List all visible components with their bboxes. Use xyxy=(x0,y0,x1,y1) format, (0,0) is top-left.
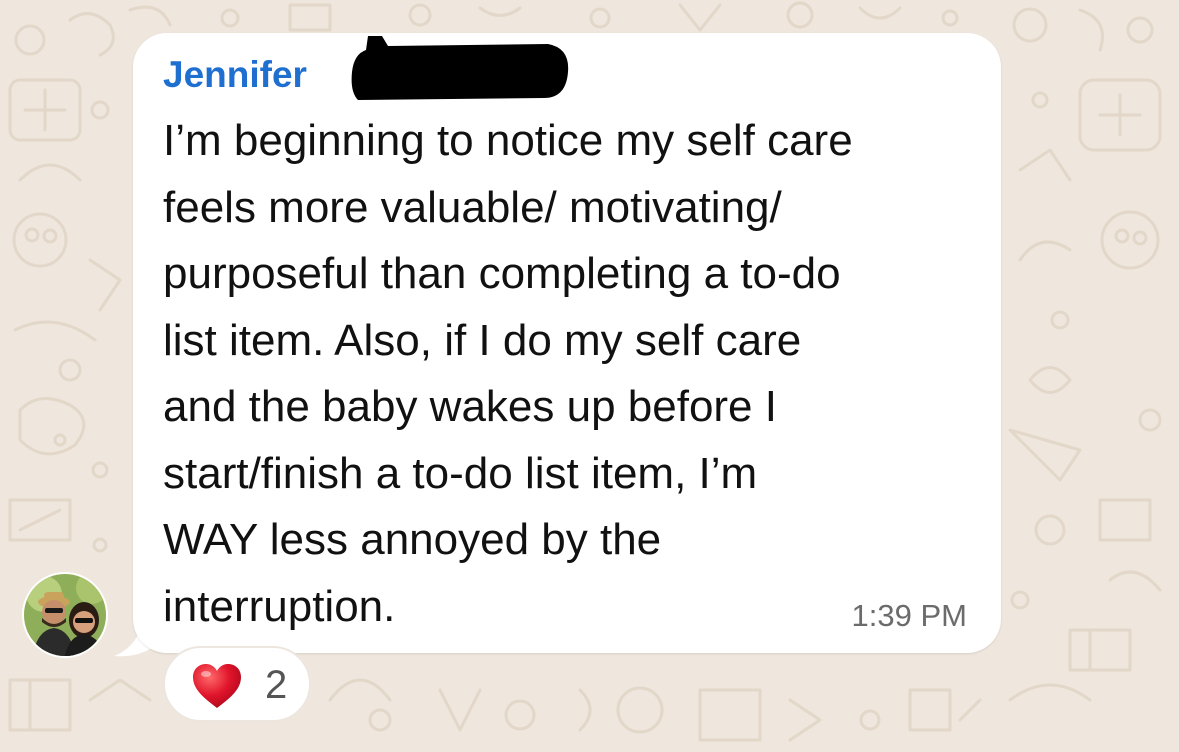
heart-icon xyxy=(193,664,241,708)
message-text: I’m beginning to notice my self care fee… xyxy=(163,116,853,631)
reaction-pill[interactable]: 2 xyxy=(163,646,311,722)
sender-name[interactable]: Jennifer xyxy=(163,50,307,100)
message-timestamp: 1:39 PM xyxy=(851,598,967,633)
avatar[interactable] xyxy=(22,572,108,658)
sender-header: Jennifer xyxy=(163,50,307,100)
reaction-count: 2 xyxy=(265,663,288,707)
redaction-mark xyxy=(351,36,569,100)
